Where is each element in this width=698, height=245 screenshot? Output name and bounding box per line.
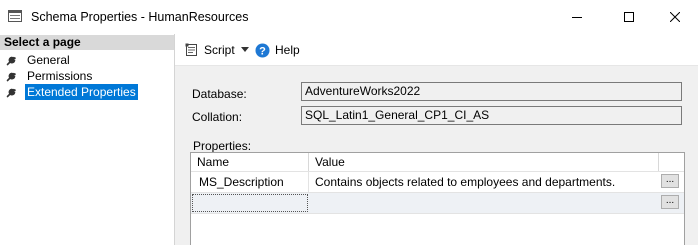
ellipsis-button[interactable]: ... [661,174,679,188]
script-icon [185,43,197,56]
page-item-extended-properties[interactable]: Extended Properties [6,84,138,100]
table-row[interactable]: MS_Description Contains objects related … [191,172,684,193]
minimize-icon [572,16,582,18]
properties-label: Properties: [193,139,252,153]
select-page-header: Select a page [0,35,174,50]
collation-label: Collation: [192,110,243,124]
column-header-name[interactable]: Name [191,153,309,171]
page-item-label: Permissions [27,69,93,83]
title-bar: Schema Properties - HumanResources [0,0,698,33]
property-name-cell[interactable] [192,194,308,212]
wrench-icon [6,88,16,98]
script-button[interactable]: Script [185,41,235,59]
maximize-icon [624,11,634,22]
svg-text:?: ? [259,45,266,57]
grid-header: Name Value [191,153,684,172]
ellipsis-button[interactable]: ... [661,195,679,209]
script-label: Script [204,43,235,57]
table-row-new[interactable]: ... [191,193,684,214]
property-name-cell[interactable]: MS_Description [191,172,309,192]
script-dropdown-caret-icon[interactable] [241,47,249,52]
column-header-value[interactable]: Value [309,153,659,171]
property-value-cell[interactable] [309,193,659,213]
toolbar: Script ? Help [175,35,698,66]
minimize-button[interactable] [554,0,600,33]
properties-content: Database: AdventureWorks2022 Collation: … [175,66,698,245]
page-item-general[interactable]: General [6,52,72,68]
extended-properties-grid: Name Value MS_Description Contains objec… [190,152,685,245]
page-item-label: Extended Properties [25,84,138,100]
help-label: Help [275,43,300,57]
wrench-icon [6,56,16,66]
wrench-icon [6,72,16,82]
property-value-cell[interactable]: Contains objects related to employees an… [309,172,659,192]
window-title: Schema Properties - HumanResources [31,10,249,24]
collation-field[interactable]: SQL_Latin1_General_CP1_CI_AS [301,106,682,125]
database-field[interactable]: AdventureWorks2022 [301,82,682,101]
close-button[interactable] [652,0,698,33]
page-item-label: General [27,53,70,67]
help-icon: ? [255,43,270,57]
close-icon [670,11,680,22]
page-item-permissions[interactable]: Permissions [6,68,94,84]
window-app-icon [8,10,22,22]
maximize-button[interactable] [606,0,652,33]
help-button[interactable]: ? Help [255,41,300,59]
page-selector-pane: Select a page General Permissions Extend… [0,34,175,245]
database-label: Database: [192,87,247,101]
